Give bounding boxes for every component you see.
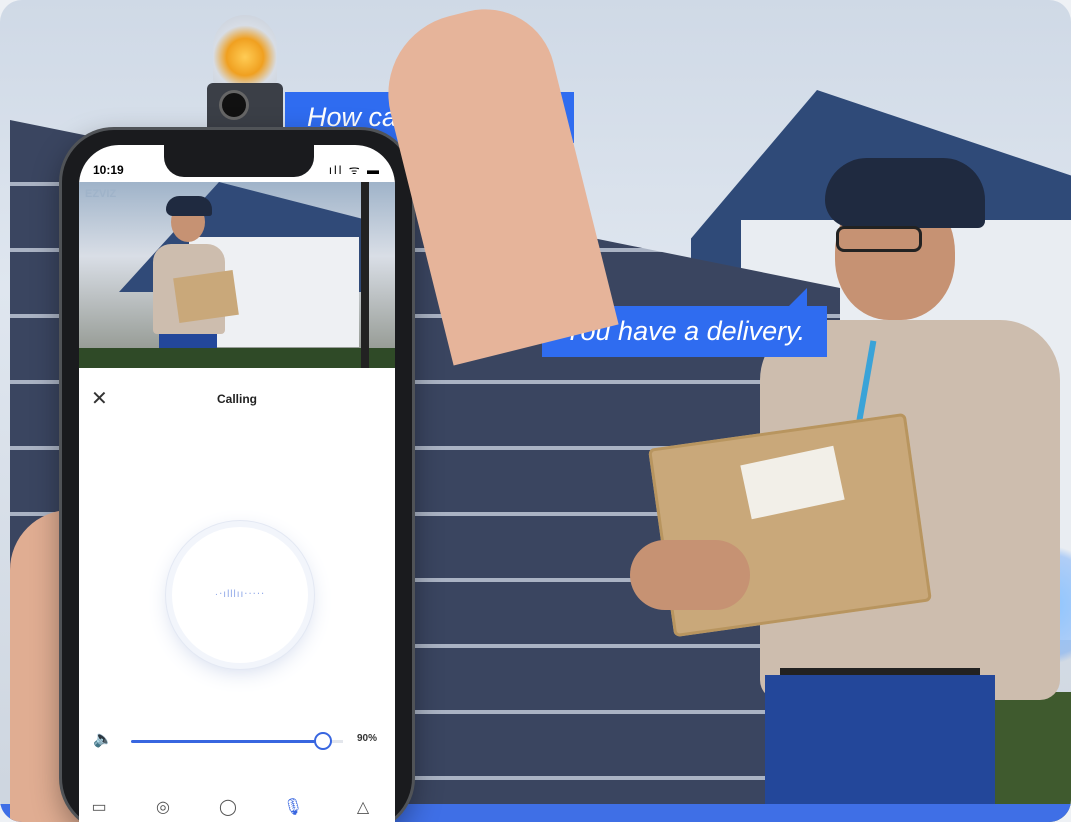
phone-notch [164,145,314,177]
camera-lens-icon [222,93,246,117]
feed-delivery-man [141,194,241,368]
tab-chat[interactable]: ◯ [214,797,242,822]
camera-icon: ▭ [91,799,107,816]
talk-button[interactable]: ·‧ılllıı‧‧‧‧‧ [172,527,308,663]
feed-hedge [79,348,395,368]
chat-icon: ◯ [219,799,237,816]
delivery-man-cap [825,158,985,228]
delivery-man-glasses [836,226,922,252]
volume-control: 🔈 90% [79,725,395,755]
call-title: Calling [216,392,257,406]
camera-body [207,83,283,135]
status-time: 10:19 [93,163,124,177]
siren-light-icon [213,15,277,85]
camera-light-device [205,15,285,135]
phone-screen: 10:19 ıll ᯤ ▬ EZVIZ ✕ Calling ·‧ılllıı‧‧… [79,145,395,822]
bell-icon: △ [356,799,370,816]
volume-track[interactable] [131,740,322,743]
ezviz-logo: EZVIZ [85,188,117,200]
delivery-man-arm [630,540,750,610]
tab-alarm[interactable]: △ [349,797,377,822]
tab-ptz[interactable]: ◎ [149,797,177,822]
delivery-man-pants [765,675,995,822]
bottom-tab-bar: ▭ ◎ ◯ 🎙 △ [79,793,395,822]
hero-scene: How can I help you? You have a delivery.… [0,0,1071,822]
live-video-feed[interactable]: EZVIZ [79,182,395,368]
volume-value: 90% [356,733,377,744]
ptz-icon: ◎ [156,799,170,816]
status-icons: ıll ᯤ ▬ [328,163,381,177]
tab-voice[interactable]: 🎙 [279,797,307,822]
call-header: ✕ Calling [79,368,395,428]
feed-door-post [361,182,369,368]
tab-camera[interactable]: ▭ [85,797,113,822]
volume-slider-handle[interactable] [314,732,332,750]
voice-icon: 🎙 [282,799,304,816]
speaker-icon[interactable]: 🔈 [93,729,113,749]
audio-waveform-icon: ·‧ılllıı‧‧‧‧‧ [214,589,266,600]
